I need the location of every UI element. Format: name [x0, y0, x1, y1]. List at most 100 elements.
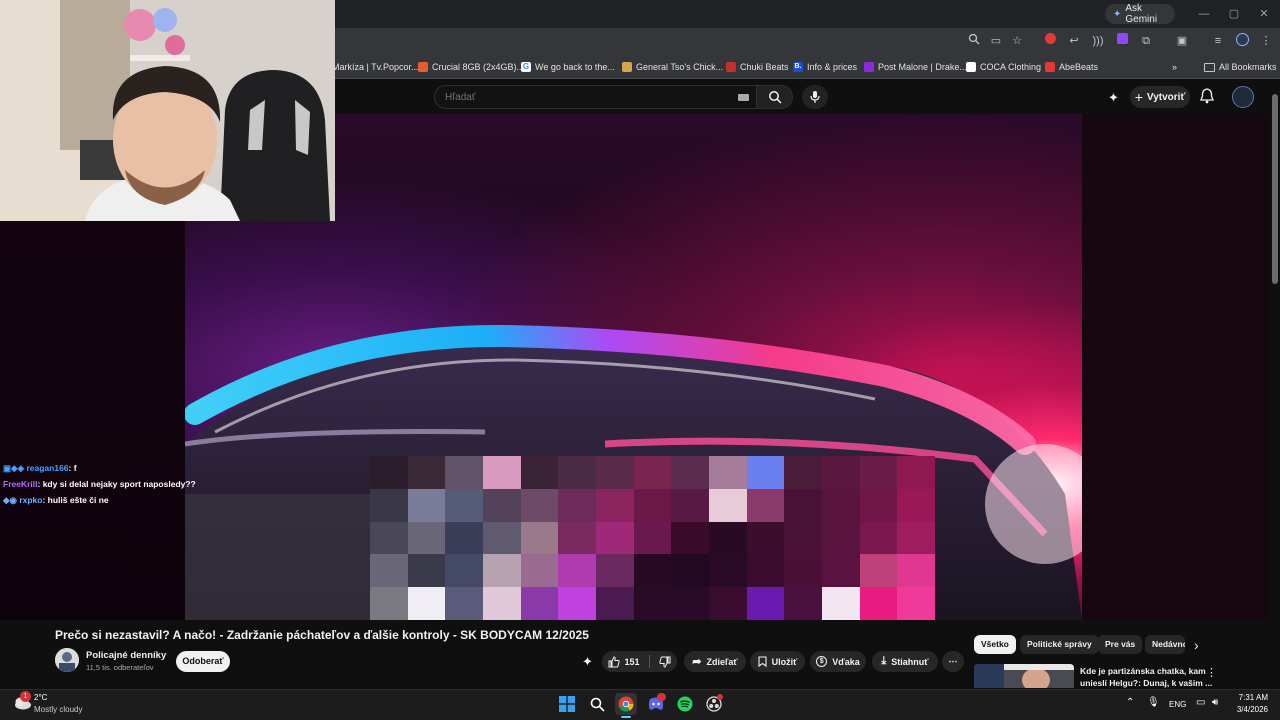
extension-blue-icon[interactable]: ))) — [1090, 33, 1106, 49]
like-button[interactable]: 151 — [608, 655, 640, 668]
bookmark-label: Crucial 8GB (2x4GB)... — [432, 62, 525, 72]
save-label: Uložiť — [771, 656, 798, 667]
profile-avatar[interactable] — [1234, 33, 1250, 49]
chat-username[interactable]: reagan166 — [26, 463, 68, 473]
chip-for-you[interactable]: Pre vás — [1098, 635, 1143, 654]
bookmark-label: Post Malone | Drake... — [878, 62, 967, 72]
chat-message: ▣◆◈ reagan166: f — [3, 463, 77, 474]
extension-purple-icon[interactable] — [1114, 33, 1130, 49]
active-app-indicator — [621, 716, 631, 718]
ask-gemini-button[interactable]: ✦ Ask Gemini — [1105, 3, 1175, 25]
extension-red-icon[interactable] — [1042, 33, 1058, 49]
chip-all[interactable]: Všetko — [974, 635, 1016, 654]
like-count: 151 — [624, 656, 640, 667]
clock-date[interactable]: 3/4/2026 — [1234, 705, 1268, 714]
bookmarks-overflow-icon[interactable]: » — [1172, 59, 1177, 75]
voice-search-button[interactable] — [802, 85, 828, 109]
bookmark-item[interactable]: Crucial 8GB (2x4GB)... — [418, 59, 524, 75]
thumbs-down-icon[interactable] — [658, 656, 671, 668]
microphone-tray-icon[interactable]: 🎙 — [1147, 697, 1160, 708]
google-favicon: G — [521, 62, 531, 72]
page-background-right — [1082, 114, 1270, 620]
download-button[interactable]: ⤓ Stiahnuť — [872, 651, 938, 672]
like-dislike-group: 151 — [602, 651, 677, 672]
scrollbar-thumb[interactable] — [1272, 94, 1278, 284]
bookmark-item[interactable]: COCA Clothing — [966, 59, 1041, 75]
volume-icon[interactable]: 🔊︎ — [1212, 697, 1218, 708]
recommended-thumbnail[interactable] — [974, 664, 1074, 688]
chrome-taskbar-button[interactable] — [615, 693, 637, 715]
bookmark-item[interactable]: General Tso's Chick... — [622, 59, 723, 75]
tab-search-icon[interactable]: ▣ — [1174, 33, 1190, 49]
close-icon[interactable]: ✕ — [1254, 5, 1274, 23]
channel-name[interactable]: Policajné denníky — [86, 650, 166, 661]
thanks-dollar-icon: $ — [816, 656, 828, 667]
network-icon[interactable]: ▭ — [1196, 697, 1205, 708]
more-actions-button[interactable]: ⋯ — [942, 651, 964, 672]
bookmark-label: Chuki Beats — [740, 62, 789, 72]
maximize-icon[interactable]: ▢ — [1224, 5, 1244, 23]
windows-taskbar — [0, 689, 1280, 720]
clock-time[interactable]: 7:31 AM — [1236, 693, 1268, 702]
thanks-button[interactable]: $ Vďaka — [810, 651, 866, 672]
share-label: Zdieľať — [706, 656, 738, 667]
bookmark-favicon — [418, 62, 428, 72]
bookmark-favicon — [1045, 62, 1055, 72]
keyboard-icon[interactable] — [738, 94, 749, 101]
save-button[interactable]: Uložiť — [750, 651, 805, 672]
search-input[interactable] — [434, 85, 760, 109]
bookmark-label: General Tso's Chick... — [636, 62, 724, 72]
bookmark-item[interactable]: G We go back to the... — [521, 59, 615, 75]
subscribe-button[interactable]: Odoberať — [176, 651, 230, 672]
chip-recent[interactable]: Nedávno — [1145, 635, 1185, 654]
media-controls-icon[interactable]: ≡ — [1210, 33, 1226, 49]
tray-overflow-icon[interactable]: ⌃ — [1126, 697, 1134, 708]
chat-username[interactable]: rxpko — [19, 495, 42, 505]
channel-avatar[interactable] — [55, 648, 79, 672]
language-indicator[interactable]: ENG — [1169, 700, 1186, 709]
minimize-icon[interactable]: — — [1194, 5, 1214, 23]
windows-logo-icon — [559, 696, 575, 712]
chip-political-news[interactable]: Politické správy — [1020, 635, 1099, 654]
search-button[interactable] — [756, 85, 793, 109]
ask-ai-sparkle-icon[interactable]: ✦ — [582, 654, 593, 670]
create-button[interactable]: + Vytvoriť — [1130, 86, 1190, 108]
bookmark-item[interactable]: Markíza | Tv.Popcor... — [332, 59, 419, 75]
bookmark-item[interactable]: Post Malone | Drake... — [864, 59, 967, 75]
chat-username[interactable]: FreeKrill — [3, 479, 38, 489]
zoom-icon[interactable] — [966, 33, 982, 49]
bookmark-item[interactable]: B. Info & prices — [793, 59, 857, 75]
like-divider — [648, 655, 650, 668]
bookmark-star-icon[interactable]: ☆ — [1009, 33, 1025, 49]
recommended-menu-icon[interactable]: ⋮ — [1206, 666, 1217, 679]
recommended-title[interactable]: Kde je partizánska chatka, kam unieslí H… — [1080, 665, 1212, 689]
taskbar-search-button[interactable] — [586, 693, 608, 715]
download-icon: ⤓ — [881, 655, 887, 667]
bookmark-icon — [758, 656, 767, 667]
gemini-spark-icon[interactable]: ✦ — [1108, 90, 1124, 106]
share-button[interactable]: ➦ Zdieľať — [684, 651, 746, 672]
bookmark-item[interactable]: Chuki Beats — [726, 59, 789, 75]
browser-menu-icon[interactable]: ⋮ — [1258, 33, 1274, 49]
extensions-puzzle-icon[interactable]: ⧉ — [1138, 33, 1154, 49]
notifications-bell-icon[interactable] — [1200, 88, 1216, 106]
video-title: Prečo si nezastavil? A načo! - Zadržanie… — [55, 628, 589, 642]
spotify-icon — [677, 696, 693, 712]
account-avatar[interactable] — [1232, 86, 1254, 108]
bookmark-label: We go back to the... — [535, 62, 615, 72]
start-button[interactable] — [556, 693, 578, 715]
chat-message: ◆◉ rxpko: huliš ešte či ne — [3, 495, 109, 506]
spotify-taskbar-button[interactable] — [674, 693, 696, 715]
recommended-title-line: Kde je partizánska chatka, kam — [1080, 666, 1206, 676]
chips-next-icon[interactable]: › — [1194, 637, 1199, 653]
more-horizontal-icon: ⋯ — [948, 656, 958, 666]
weather-temperature: 2°C — [34, 693, 48, 702]
extension-grey-icon[interactable]: ↩ — [1066, 33, 1082, 49]
discord-notification-badge — [657, 693, 666, 701]
all-bookmarks-button[interactable]: All Bookmarks — [1204, 59, 1277, 75]
webcam-image — [0, 0, 335, 221]
plus-icon: + — [1134, 89, 1143, 105]
cast-icon[interactable]: ▭ — [988, 33, 1004, 49]
microphone-icon — [810, 91, 820, 103]
bookmark-item[interactable]: AbeBeats — [1045, 59, 1098, 75]
